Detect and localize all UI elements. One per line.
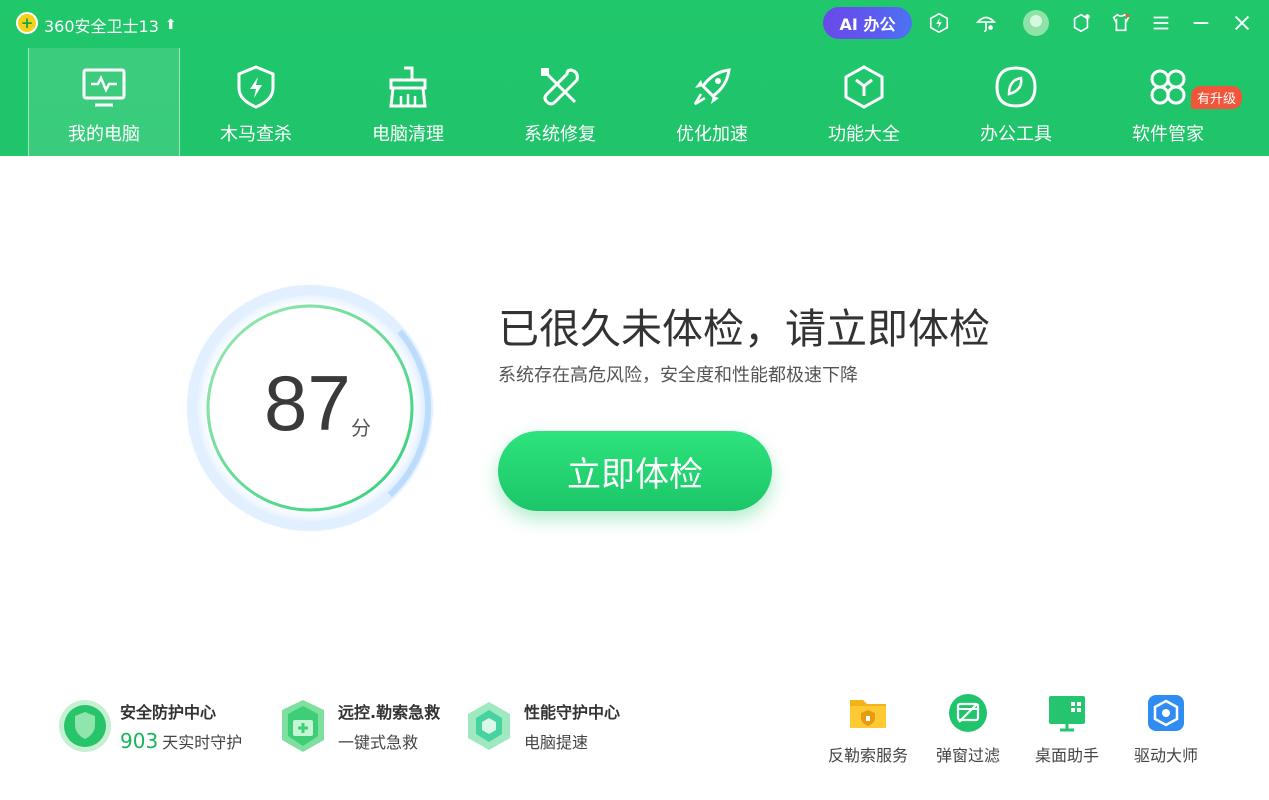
cube-icon [844,65,884,109]
feature-subtitle: 天实时守护 [162,733,243,752]
tool-desktop-assistant[interactable]: 桌面助手 [1019,692,1115,766]
umbrella-icon[interactable] [974,11,998,35]
user-avatar-icon[interactable] [1022,9,1050,37]
nav-item-software-manager[interactable]: 软件管家 有升级 [1092,48,1244,156]
feature-title: 安全防护中心 [120,703,217,722]
monitor-pulse-icon [82,68,126,107]
feature-title: 远控.勒索急救 [338,703,441,722]
nav-item-features[interactable]: 功能大全 [788,48,940,156]
nav-item-optimize[interactable]: 优化加速 [636,48,788,156]
nav-label: 办公工具 [980,124,1052,145]
feature-subtitle: 一键式急救 [338,733,419,752]
tool-label: 弹窗过滤 [935,746,1000,765]
tool-popup-filter[interactable]: 弹窗过滤 [920,692,1016,766]
shield-lightning-icon [237,65,275,109]
nav-label: 优化加速 [676,124,748,145]
minimize-icon[interactable] [1189,11,1213,35]
checkup-subline: 系统存在高危风险，安全度和性能都极速下降 [498,365,858,386]
broom-icon [389,66,427,108]
app-title: 360安全卫士13 ⬆ [44,13,177,37]
feature-performance-center[interactable]: 性能守护中心 电脑提速 [462,696,620,756]
office-circle-icon [995,66,1037,108]
close-icon[interactable] [1230,11,1254,35]
feature-remote-ransom-rescue[interactable]: 远控.勒索急救 一键式急救 [276,696,440,756]
wrench-screwdriver-icon [541,68,579,106]
lightning-badge-icon[interactable] [927,11,951,35]
app-title-text: 360安全卫士13 [44,17,159,36]
performance-cube-icon [468,702,510,750]
folder-lock-icon [850,700,886,728]
main-nav: 我的电脑 木马查杀 电脑清理 系统修复 优化加速 功能大全 办公工具 软件管家 [28,48,1244,156]
score-unit: 分 [351,416,371,440]
feature-security-center[interactable]: 安全防护中心 903 天实时守护 [58,696,242,756]
score-ring[interactable]: 87 分 [180,280,440,540]
checkup-headline: 已很久未体检，请立即体检 [498,305,990,353]
nav-label: 功能大全 [828,124,900,145]
tool-label: 驱动大师 [1133,746,1198,765]
upgrade-badge: 有升级 [1190,86,1242,109]
settings-hexagon-icon[interactable] [1069,11,1093,35]
skin-shirt-icon[interactable] [1109,11,1133,35]
tool-anti-ransom[interactable]: 反勒索服务 [820,692,916,766]
ai-office-button[interactable]: AI 办公 [823,7,912,39]
nav-label: 电脑清理 [372,124,444,145]
security-shield-icon [59,700,111,752]
nav-label: 软件管家 [1132,124,1204,145]
nav-item-my-computer[interactable]: 我的电脑 [28,48,180,156]
rocket-icon [693,68,731,106]
nav-label: 我的电脑 [68,124,140,145]
tool-label: 桌面助手 [1034,746,1099,765]
header: + 360安全卫士13 ⬆ AI 办公 我的电脑 木马查杀 电脑清理 系统修复 … [0,0,1269,156]
nav-item-cleanup[interactable]: 电脑清理 [332,48,484,156]
score-value: 87 [264,359,351,447]
nav-item-trojan-scan[interactable]: 木马查杀 [180,48,332,156]
rescue-kit-icon [282,700,324,752]
update-arrow-icon[interactable]: ⬆ [165,17,177,33]
title-bar: + 360安全卫士13 ⬆ AI 办公 [0,0,1269,46]
protection-days-count: 903 [120,729,159,753]
start-checkup-button[interactable]: 立即体检 [498,431,772,511]
feature-subtitle: 电脑提速 [524,733,589,752]
app-logo: + [16,12,38,34]
nav-item-office-tools[interactable]: 办公工具 [940,48,1092,156]
menu-icon[interactable] [1149,11,1173,35]
feature-title: 性能守护中心 [524,703,621,722]
tool-driver-master[interactable]: 驱动大师 [1118,692,1214,766]
desktop-grid-icon [1049,696,1085,732]
popup-block-icon [949,694,987,732]
nav-label: 木马查杀 [220,124,292,145]
nav-item-system-repair[interactable]: 系统修复 [484,48,636,156]
driver-chip-icon [1148,695,1184,731]
tool-label: 反勒索服务 [827,746,908,765]
apps-flower-icon [1150,69,1186,105]
nav-label: 系统修复 [524,124,596,145]
